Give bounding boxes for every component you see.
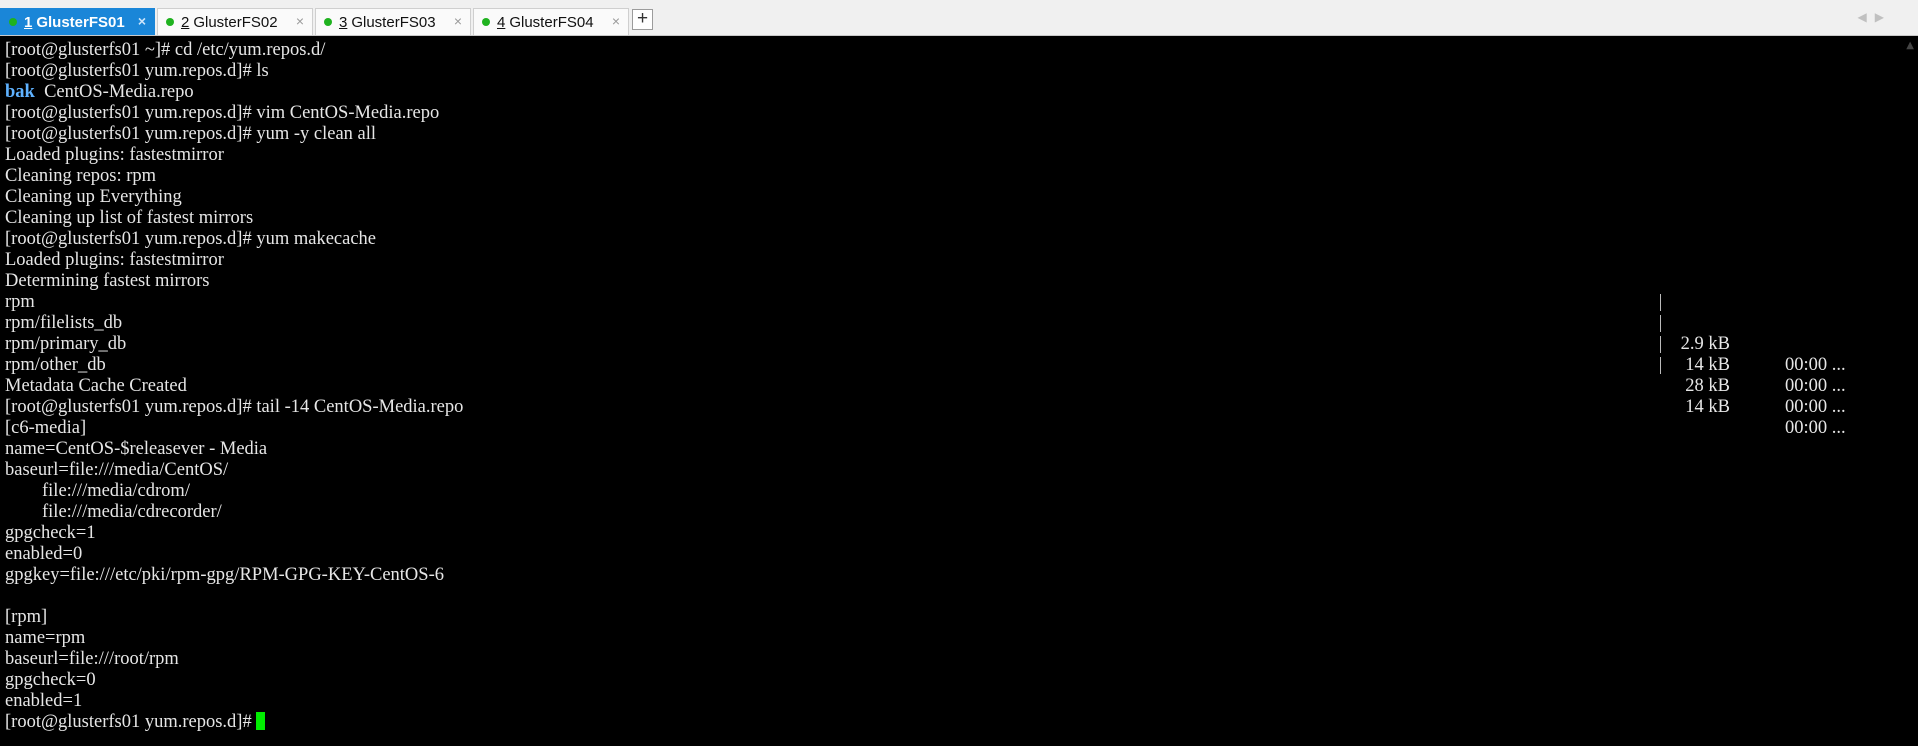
- download-time: 00:00 ...: [1785, 376, 1846, 396]
- terminal-line: [root@glusterfs01 yum.repos.d]# yum -y c…: [5, 124, 377, 144]
- tab-number: 3: [339, 13, 348, 31]
- tab-label: GlusterFS04: [509, 13, 594, 31]
- terminal-line: gpgkey=file:///etc/pki/rpm-gpg/RPM-GPG-K…: [5, 565, 444, 585]
- terminal-line: [root@glusterfs01 ~]# cd /etc/yum.repos.…: [5, 40, 326, 60]
- terminal-line: enabled=0: [5, 544, 83, 564]
- connected-status-icon: [324, 18, 332, 26]
- download-progress: 2.9 kB 00:00 ...: [1660, 292, 1846, 375]
- connected-status-icon: [9, 18, 17, 26]
- tab-glusterfs01[interactable]: 1 GlusterFS01 ×: [0, 8, 155, 35]
- text-cursor: [256, 712, 266, 730]
- terminal-line: Loaded plugins: fastestmirror: [5, 250, 224, 270]
- download-time: 00:00 ...: [1785, 418, 1846, 438]
- tab-number: 2: [181, 13, 190, 31]
- terminal-line: baseurl=file:///root/rpm: [5, 649, 179, 669]
- close-tab-icon[interactable]: ×: [454, 13, 462, 29]
- tab-label: GlusterFS03: [351, 13, 436, 31]
- terminal-line: Cleaning up Everything: [5, 187, 182, 207]
- download-progress: 14 kB 00:00 ...: [1660, 355, 1846, 438]
- scroll-up-arrow-icon[interactable]: ▲: [1906, 40, 1914, 51]
- terminal-line: [rpm]: [5, 607, 48, 627]
- close-tab-icon[interactable]: ×: [296, 13, 304, 29]
- download-time: 00:00 ...: [1785, 397, 1846, 417]
- terminal-line: rpm/filelists_db: [5, 313, 123, 333]
- tab-number: 1: [24, 13, 33, 31]
- terminal-line: Cleaning up list of fastest mirrors: [5, 208, 254, 228]
- tab-glusterfs04[interactable]: 4 GlusterFS04 ×: [473, 8, 629, 35]
- tab-scroll-arrows-icon[interactable]: ◀▶: [1858, 10, 1892, 24]
- terminal-line: file:///media/cdrecorder/: [5, 502, 222, 522]
- terminal-line: name=CentOS-$releasever - Media: [5, 439, 268, 459]
- new-tab-button[interactable]: +: [632, 9, 653, 30]
- terminal-prompt-line: [root@glusterfs01 yum.repos.d]#: [5, 712, 266, 733]
- terminal-app-window: 1 GlusterFS01 × 2 GlusterFS02 × 3 Gluste…: [0, 0, 1918, 746]
- tab-glusterfs02[interactable]: 2 GlusterFS02 ×: [157, 8, 313, 35]
- connected-status-icon: [482, 18, 490, 26]
- terminal-output[interactable]: [root@glusterfs01 ~]# cd /etc/yum.repos.…: [5, 40, 1895, 744]
- terminal-line: gpgcheck=1: [5, 523, 96, 543]
- terminal-line: [c6-media]: [5, 418, 87, 438]
- terminal-line: name=rpm: [5, 628, 86, 648]
- terminal-line: [root@glusterfs01 yum.repos.d]# vim Cent…: [5, 103, 440, 123]
- terminal-line: Cleaning repos: rpm: [5, 166, 157, 186]
- tab-glusterfs03[interactable]: 3 GlusterFS03 ×: [315, 8, 471, 35]
- progress-separator: [1660, 315, 1661, 332]
- terminal-line: Loaded plugins: fastestmirror: [5, 145, 224, 165]
- tab-number: 4: [497, 13, 506, 31]
- terminal-line: Determining fastest mirrors: [5, 271, 210, 291]
- progress-separator: [1660, 357, 1661, 374]
- terminal-line-ls-output: bak CentOS-Media.repo: [5, 82, 194, 103]
- terminal-line: rpm/primary_db: [5, 334, 127, 354]
- vertical-scrollbar[interactable]: [1900, 36, 1918, 746]
- terminal-line: [root@glusterfs01 yum.repos.d]# ls: [5, 61, 269, 81]
- tab-label: GlusterFS02: [193, 13, 278, 31]
- terminal-line: [root@glusterfs01 yum.repos.d]# yum make…: [5, 229, 377, 249]
- terminal-line: baseurl=file:///media/CentOS/: [5, 460, 229, 480]
- connected-status-icon: [166, 18, 174, 26]
- terminal-line: file:///media/cdrom/: [5, 481, 190, 501]
- progress-separator: [1660, 336, 1661, 353]
- terminal-line: rpm: [5, 292, 35, 312]
- download-time: 00:00 ...: [1785, 355, 1846, 375]
- progress-separator: [1660, 294, 1661, 311]
- terminal-line: gpgcheck=0: [5, 670, 96, 690]
- terminal-line: [root@glusterfs01 yum.repos.d]# tail -14…: [5, 397, 464, 417]
- session-tab-bar: 1 GlusterFS01 × 2 GlusterFS02 × 3 Gluste…: [0, 0, 1918, 36]
- terminal-line: rpm/other_db: [5, 355, 106, 375]
- terminal-line: enabled=1: [5, 691, 83, 711]
- close-tab-icon[interactable]: ×: [138, 13, 146, 29]
- file-name: CentOS-Media.repo: [34, 82, 194, 102]
- terminal-line: Metadata Cache Created: [5, 376, 187, 396]
- download-size: 14 kB: [1685, 397, 1730, 417]
- directory-name: bak: [5, 82, 35, 102]
- close-tab-icon[interactable]: ×: [612, 13, 620, 29]
- download-progress: 14 kB 00:00 ...: [1660, 313, 1846, 396]
- download-progress: 28 kB 00:00 ...: [1660, 334, 1846, 417]
- shell-prompt: [root@glusterfs01 yum.repos.d]#: [5, 712, 257, 732]
- tab-label: GlusterFS01: [36, 13, 125, 31]
